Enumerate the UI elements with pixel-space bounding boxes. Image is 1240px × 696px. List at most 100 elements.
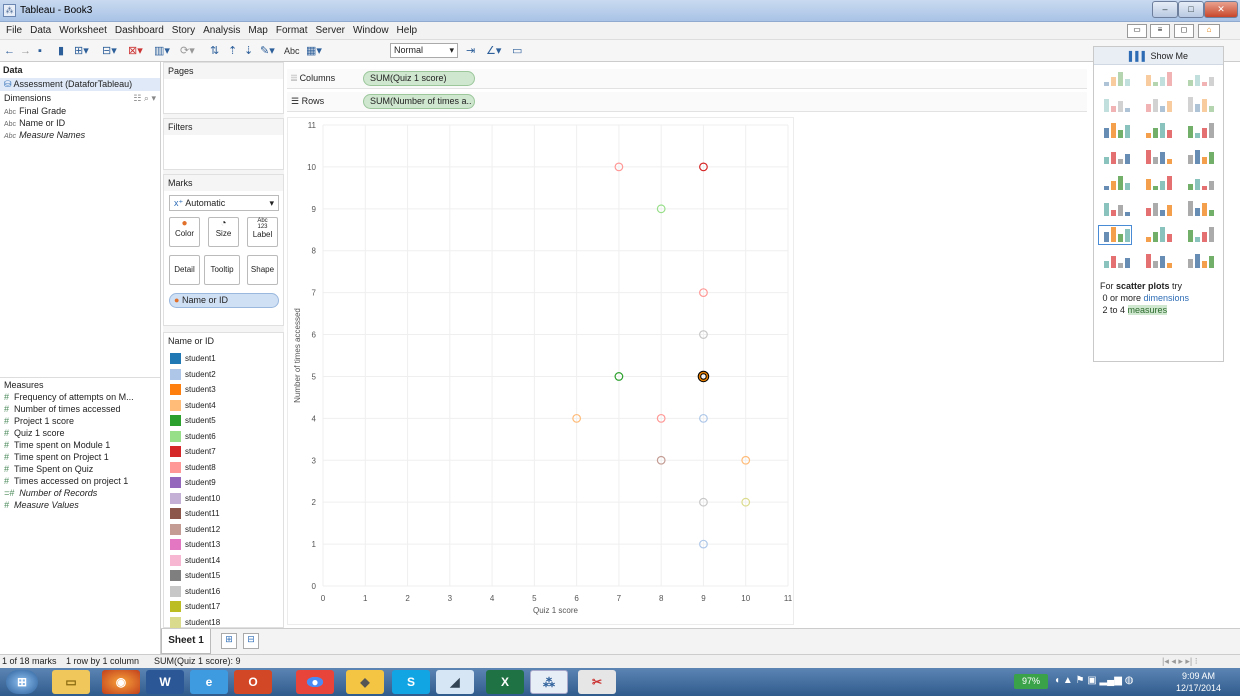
legend-item[interactable]: student4 [170, 399, 216, 413]
sort-desc-icon[interactable]: ⇣ [244, 43, 253, 59]
label-button[interactable]: Abc 123 Label [247, 217, 278, 247]
viz-area[interactable]: 0 1 2 3 4 5 6 7 8 9 10 11 0 1 2 3 4 5 6 7 8 9 10 11 Quiz 1 score… [287, 117, 794, 625]
back-icon[interactable]: ← [4, 43, 15, 59]
ie-icon[interactable]: e [190, 670, 228, 694]
firefox-icon[interactable]: ◉ [102, 670, 140, 694]
highlight-icon[interactable]: ✎▾ [260, 43, 275, 59]
menu-story[interactable]: Story [168, 22, 199, 39]
chart-type-icon[interactable]: ▥▾ [154, 43, 170, 59]
fit-button[interactable]: ◻ [1174, 24, 1194, 38]
menu-dashboard[interactable]: Dashboard [111, 22, 168, 39]
tooltip-button[interactable]: Tooltip [204, 255, 240, 285]
detail-button[interactable]: Detail [169, 255, 200, 285]
legend-item[interactable]: student5 [170, 415, 216, 428]
duplicate-sheet-icon[interactable]: ⊟▾ [102, 43, 117, 59]
filled-map-icon[interactable] [1140, 95, 1174, 115]
side-by-side-bars-icon[interactable] [1182, 121, 1216, 141]
legend-item[interactable]: student9 [170, 477, 216, 490]
scatter-plot-icon[interactable] [1098, 225, 1132, 245]
highlight-table-icon[interactable] [1182, 69, 1216, 89]
clear-sheet-icon[interactable]: ⊠▾ [128, 43, 143, 59]
maximize-button[interactable]: □ [1178, 1, 1204, 18]
stacked-bars-icon[interactable] [1140, 121, 1174, 141]
measure-field[interactable]: # Frequency of attempts on M... [0, 391, 160, 403]
tray-icons[interactable]: ◖ ▲ ⚑ ▣ ▂▄▆ ◍ [1054, 675, 1133, 686]
dual-lines-icon[interactable] [1182, 173, 1216, 193]
legend-item[interactable]: student15 [170, 570, 220, 583]
filters-card[interactable]: Filters [163, 118, 284, 170]
pie-chart-icon[interactable] [1182, 95, 1216, 115]
cards-icon[interactable]: ▦▾ [306, 43, 322, 59]
heat-map-icon[interactable] [1140, 69, 1174, 89]
discrete-lines-icon[interactable] [1140, 173, 1174, 193]
legend-item[interactable]: student1 [170, 353, 216, 366]
symbol-map-icon[interactable] [1098, 95, 1132, 115]
sort-asc-icon[interactable]: ⇡ [228, 43, 237, 59]
legend-item[interactable]: student6 [170, 430, 216, 444]
battery-indicator[interactable]: 97% [1014, 674, 1048, 689]
start-button[interactable]: ⊞ [6, 670, 38, 694]
measure-field[interactable]: # Number of times accessed [0, 403, 160, 415]
legend-item[interactable]: student17 [170, 601, 220, 614]
new-worksheet-tab-icon[interactable]: ⊞ [221, 633, 237, 649]
box-whisker-icon[interactable] [1182, 225, 1216, 245]
measure-field[interactable]: # Time Spent on Quiz [0, 463, 160, 475]
minimize-button[interactable]: – [1152, 1, 1178, 18]
fix-axes-icon[interactable]: ⇥ [466, 43, 475, 59]
app-icon[interactable]: ◢ [436, 670, 474, 694]
office-icon[interactable]: O [234, 670, 272, 694]
show-cards-button[interactable]: ▭ [1127, 24, 1147, 38]
menu-data[interactable]: Data [26, 22, 55, 39]
label-toggle[interactable]: Abc [284, 43, 300, 59]
excel-icon[interactable]: X [486, 670, 524, 694]
menu-worksheet[interactable]: Worksheet [55, 22, 111, 39]
legend-item[interactable]: student8 [170, 461, 216, 475]
treemap-icon[interactable] [1098, 147, 1132, 167]
sheet-nav-icons[interactable]: |◂ ◂ ▸ ▸| ⁝ [1162, 655, 1198, 668]
menu-help[interactable]: Help [393, 22, 422, 39]
legend-item[interactable]: student10 [170, 492, 220, 506]
side-by-side-circles-icon[interactable] [1182, 147, 1216, 167]
horizontal-bars-icon[interactable] [1098, 121, 1132, 141]
circle-view-icon[interactable] [1140, 147, 1174, 167]
menu-file[interactable]: File [0, 22, 26, 39]
legend-item[interactable]: student13 [170, 539, 220, 552]
presentation-mode-button[interactable]: ≡ [1150, 24, 1170, 38]
datasource-icon[interactable]: ▮ [58, 43, 64, 59]
color-button[interactable]: ● Color [169, 217, 200, 247]
dimension-field[interactable]: Abc Final Grade [0, 105, 160, 117]
menu-server[interactable]: Server [312, 22, 349, 39]
new-dashboard-tab-icon[interactable]: ⊟ [243, 633, 259, 649]
dimension-field[interactable]: Abc Measure Names [0, 129, 160, 141]
tableau-task-icon[interactable]: ⁂ [530, 670, 568, 694]
rows-pill[interactable]: SUM(Number of times a.. [363, 94, 475, 109]
mark-type-select[interactable]: x⁺ Automatic ▾ [169, 195, 279, 211]
word-icon[interactable]: W [146, 670, 184, 694]
measure-field[interactable]: # Measure Values [0, 499, 160, 511]
home-button[interactable]: ⌂ [1198, 24, 1220, 38]
fit-select[interactable]: Normal ▾ [390, 43, 458, 58]
measure-field[interactable]: =# Number of Records [0, 487, 160, 499]
pages-card[interactable]: Pages [163, 62, 284, 114]
show-me-header[interactable]: ▌▌▌ Show Me [1094, 47, 1223, 65]
menu-window[interactable]: Window [349, 22, 393, 39]
skype-icon[interactable]: S [392, 670, 430, 694]
legend-item[interactable]: student7 [170, 446, 216, 459]
area-continuous-icon[interactable] [1098, 199, 1132, 219]
scatter-chart[interactable]: 0 1 2 3 4 5 6 7 8 9 10 11 0 1 2 3 4 5 6 7 8 9 10 11 Quiz 1 score… [288, 118, 795, 626]
refresh-icon[interactable]: ⟳▾ [180, 43, 195, 59]
dual-combination-icon[interactable] [1182, 199, 1216, 219]
menu-format[interactable]: Format [272, 22, 312, 39]
legend-item[interactable]: student3 [170, 384, 216, 397]
menu-map[interactable]: Map [244, 22, 271, 39]
shape-button[interactable]: Shape [247, 255, 278, 285]
chrome-icon[interactable]: ● [296, 670, 334, 694]
close-button[interactable]: ✕ [1204, 1, 1238, 18]
clock[interactable]: 9:09 AM 12/17/2014 [1176, 670, 1221, 694]
sheet-tab[interactable]: Sheet 1 [161, 629, 211, 654]
histogram-icon[interactable] [1140, 225, 1174, 245]
swap-icon[interactable]: ⇅ [210, 43, 219, 59]
dimension-field[interactable]: Abc Name or ID [0, 117, 160, 129]
packed-bubbles-icon[interactable] [1182, 251, 1216, 271]
datasource-item[interactable]: ⛁ Assessment (DataforTableau) [0, 78, 160, 91]
